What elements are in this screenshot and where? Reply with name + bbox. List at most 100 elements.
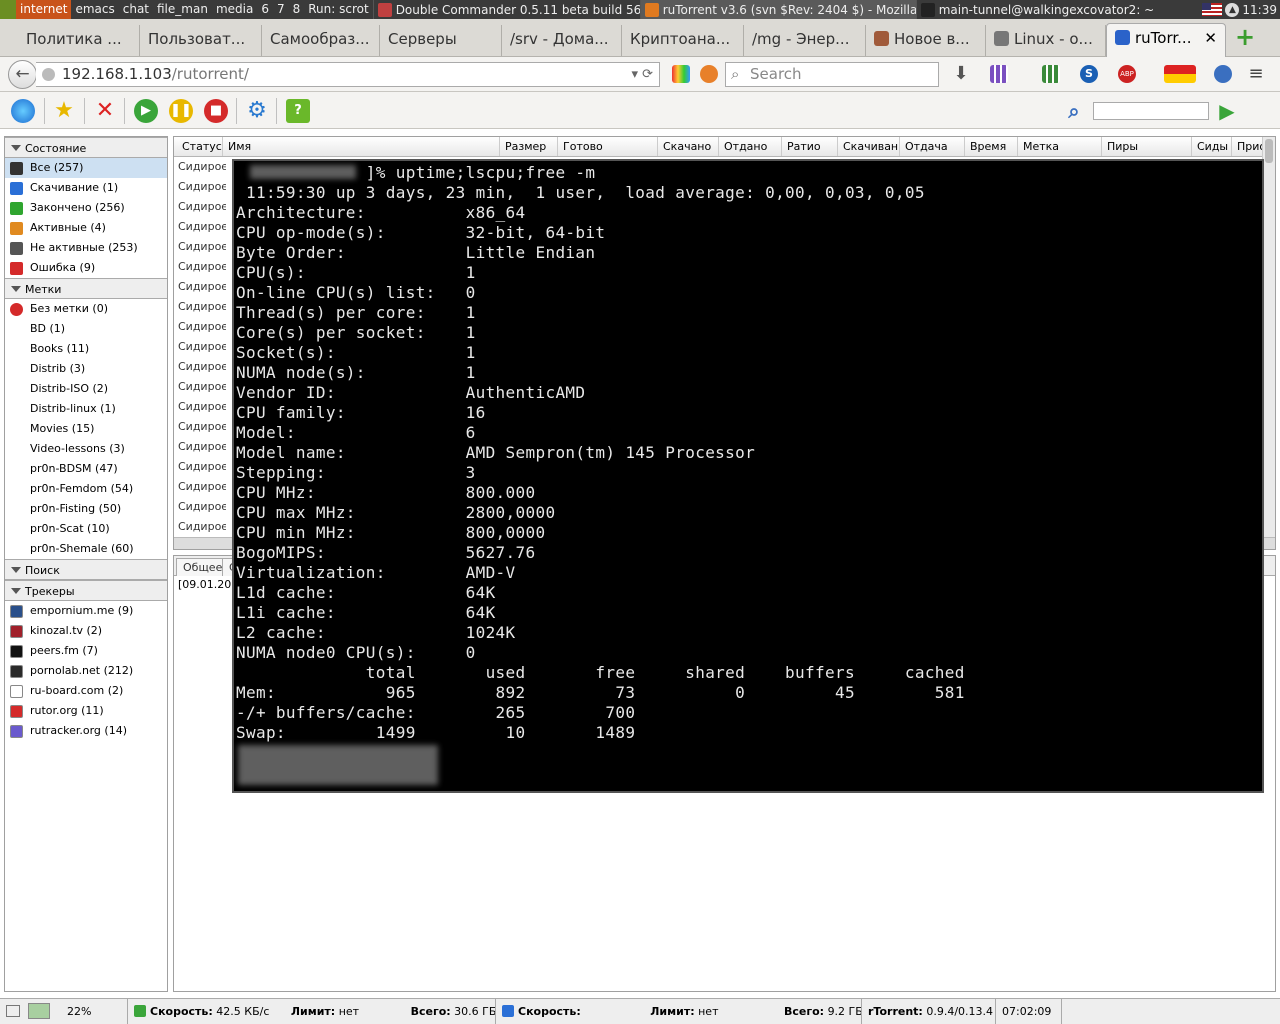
workspace-5[interactable]: 6 bbox=[257, 0, 273, 19]
state-item[interactable]: Ошибка (9) bbox=[5, 258, 167, 278]
fox-addon-icon[interactable] bbox=[700, 65, 718, 83]
column-header[interactable]: Скачано bbox=[658, 137, 719, 156]
table-row[interactable]: Сидирое bbox=[174, 337, 226, 357]
column-header[interactable]: Имя bbox=[223, 137, 500, 156]
label-item[interactable]: BD (1) bbox=[5, 319, 167, 339]
label-item[interactable]: Video-lessons (3) bbox=[5, 439, 167, 459]
workspace-1[interactable]: emacs bbox=[71, 0, 118, 19]
user-icon[interactable] bbox=[1214, 65, 1232, 83]
label-item[interactable]: pr0n-Femdom (54) bbox=[5, 479, 167, 499]
s-addon-icon[interactable]: S bbox=[1080, 65, 1098, 83]
workspace-0[interactable]: internet bbox=[16, 0, 72, 19]
browser-tab[interactable]: Пользоват... bbox=[140, 25, 262, 56]
search-input[interactable]: ⌕ Search bbox=[725, 62, 939, 87]
taskbar-item[interactable]: main-tunnel@walkingexcovator2: ~ bbox=[915, 0, 1181, 19]
table-row[interactable]: Сидирое bbox=[174, 317, 226, 337]
label-item[interactable]: pr0n-BDSM (47) bbox=[5, 459, 167, 479]
apps-grid-icon[interactable] bbox=[990, 65, 1008, 83]
column-header[interactable]: Готово bbox=[558, 137, 658, 156]
browser-tab[interactable]: /mg - Энер... bbox=[744, 25, 866, 56]
state-item[interactable]: Скачивание (1) bbox=[5, 178, 167, 198]
search-header[interactable]: Поиск bbox=[5, 559, 167, 580]
table-row[interactable]: Сидирое bbox=[174, 397, 226, 417]
taskbar-item[interactable]: ruTorrent v3.6 (svn $Rev: 2404 $) - Mozi… bbox=[639, 0, 916, 19]
table-row[interactable]: Сидирое bbox=[174, 457, 226, 477]
tracker-item[interactable]: kinozal.tv (2) bbox=[5, 621, 167, 641]
tracker-item[interactable]: rutracker.org (14) bbox=[5, 721, 167, 741]
stop-icon[interactable]: ■ bbox=[204, 99, 228, 123]
workspace-2[interactable]: chat bbox=[119, 0, 153, 19]
browser-tab[interactable]: Самообраз... bbox=[262, 25, 380, 56]
url-bar[interactable]: 192.168.1.103/rutorrent/ ▾ ⟳ bbox=[36, 62, 660, 87]
new-tab-icon[interactable]: + bbox=[1235, 25, 1255, 49]
label-item[interactable]: pr0n-Scat (10) bbox=[5, 519, 167, 539]
remove-icon[interactable]: ✕ bbox=[93, 99, 117, 123]
label-item[interactable]: pr0n-Shemale (60) bbox=[5, 539, 167, 559]
column-header[interactable]: Статус bbox=[177, 137, 223, 156]
filter-input[interactable] bbox=[1093, 102, 1209, 120]
tracker-item[interactable]: empornium.me (9) bbox=[5, 601, 167, 621]
column-header[interactable]: Отдача bbox=[900, 137, 965, 156]
table-row[interactable]: Сидирое bbox=[174, 517, 226, 537]
trackers-header[interactable]: Трекеры bbox=[5, 580, 167, 601]
column-header[interactable]: Метка bbox=[1018, 137, 1102, 156]
tracker-item[interactable]: rutor.org (11) bbox=[5, 701, 167, 721]
column-header[interactable]: Сиды bbox=[1192, 137, 1232, 156]
apps-grid-icon-2[interactable] bbox=[1042, 65, 1060, 83]
label-item[interactable]: Без метки (0) bbox=[5, 299, 167, 319]
reload-icon[interactable]: ▾ ⟳ bbox=[631, 63, 653, 86]
pause-icon[interactable]: ❚❚ bbox=[169, 99, 193, 123]
table-row[interactable]: Сидирое bbox=[174, 177, 226, 197]
column-header[interactable]: Отдано bbox=[719, 137, 782, 156]
column-header[interactable]: Скачивани bbox=[838, 137, 900, 156]
tracker-item[interactable]: peers.fm (7) bbox=[5, 641, 167, 661]
table-row[interactable]: Сидирое bbox=[174, 237, 226, 257]
workspace-4[interactable]: media bbox=[212, 0, 257, 19]
site-identity-icon[interactable] bbox=[42, 68, 55, 81]
table-row[interactable]: Сидирое bbox=[174, 197, 226, 217]
emoji-addon-icon[interactable] bbox=[1164, 65, 1196, 83]
browser-tab[interactable]: Политика ... bbox=[18, 25, 140, 56]
label-item[interactable]: pr0n-Fisting (50) bbox=[5, 499, 167, 519]
star-icon[interactable]: ★ bbox=[52, 99, 76, 123]
table-row[interactable]: Сидирое bbox=[174, 157, 226, 177]
label-item[interactable]: Movies (15) bbox=[5, 419, 167, 439]
browser-tab[interactable]: Криптоана... bbox=[622, 25, 744, 56]
column-header[interactable]: Время bbox=[965, 137, 1018, 156]
column-header[interactable]: Ратио bbox=[782, 137, 838, 156]
terminal-window[interactable]: ]% uptime;lscpu;free -m 11:59:30 up 3 da… bbox=[232, 159, 1264, 793]
workspace-7[interactable]: 8 bbox=[289, 0, 305, 19]
state-item[interactable]: Закончено (256) bbox=[5, 198, 167, 218]
table-row[interactable]: Сидирое bbox=[174, 497, 226, 517]
scroll-thumb[interactable] bbox=[1265, 139, 1273, 163]
browser-tab[interactable]: ruTorr... ✕ bbox=[1106, 23, 1226, 57]
state-item[interactable]: Все (257) bbox=[5, 158, 167, 178]
hamburger-menu-icon[interactable]: ≡ bbox=[1247, 65, 1265, 83]
column-header[interactable]: Пиры bbox=[1102, 137, 1192, 156]
workspace-6[interactable]: 7 bbox=[273, 0, 289, 19]
state-item[interactable]: Активные (4) bbox=[5, 218, 167, 238]
start-icon[interactable]: ▶ bbox=[134, 99, 158, 123]
label-item[interactable]: Books (11) bbox=[5, 339, 167, 359]
browser-tab[interactable]: Новое в... bbox=[866, 25, 986, 56]
table-row[interactable]: Сидирое bbox=[174, 417, 226, 437]
table-row[interactable]: Сидирое bbox=[174, 477, 226, 497]
state-item[interactable]: Не активные (253) bbox=[5, 238, 167, 258]
browser-tab[interactable]: Серверы bbox=[380, 25, 502, 56]
labels-header[interactable]: Метки bbox=[5, 278, 167, 299]
table-row[interactable]: Сидирое bbox=[174, 277, 226, 297]
table-row[interactable]: Сидирое bbox=[174, 217, 226, 237]
table-row[interactable]: Сидирое bbox=[174, 297, 226, 317]
go-arrow-icon[interactable]: ▶ bbox=[1215, 99, 1239, 123]
download-icon[interactable]: ⬇ bbox=[952, 65, 970, 83]
table-row[interactable]: Сидирое bbox=[174, 437, 226, 457]
magnifier-icon[interactable]: ⌕ bbox=[1062, 99, 1086, 123]
menu-icon[interactable] bbox=[0, 0, 16, 19]
table-row[interactable]: Сидирое bbox=[174, 377, 226, 397]
label-item[interactable]: Distrib (3) bbox=[5, 359, 167, 379]
settings-gear-icon[interactable]: ⚙ bbox=[245, 99, 269, 123]
label-item[interactable]: Distrib-linux (1) bbox=[5, 399, 167, 419]
table-row[interactable]: Сидирое bbox=[174, 357, 226, 377]
eject-icon[interactable]: ▲ bbox=[1225, 2, 1240, 17]
table-row[interactable]: Сидирое bbox=[174, 257, 226, 277]
